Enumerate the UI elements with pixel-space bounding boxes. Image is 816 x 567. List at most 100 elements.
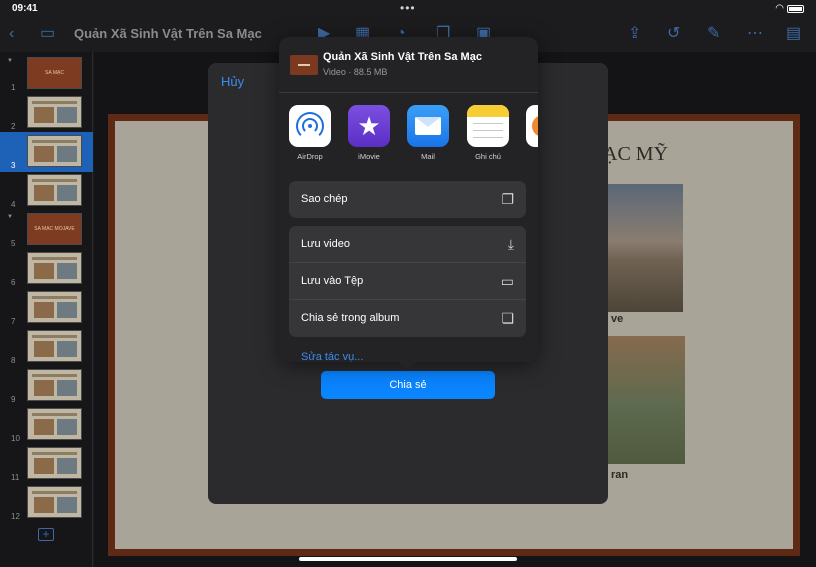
photo-caption-1: ve (611, 313, 624, 325)
slide-number: 12 (11, 512, 20, 521)
freeform-icon (526, 105, 538, 147)
photo-caption-2: ran (611, 469, 629, 481)
slide-navigator: ▼ 1 SA MẠC 2 3 4 ▼ 5 SA MẠC MOJAVE 6 7 8 9 10 11 12 + (0, 52, 93, 567)
notes-icon (467, 105, 509, 147)
share-button[interactable]: Chia sẻ (321, 371, 495, 399)
copy-icon: ❐ (501, 191, 514, 207)
slide-heading: ẠC MỸ (603, 143, 669, 165)
slide-thumbnail[interactable]: 10 (0, 405, 93, 445)
slide-thumbnail[interactable]: 3 (0, 132, 93, 172)
airdrop-icon (289, 105, 331, 147)
document-title[interactable]: Quản Xã Sinh Vật Trên Sa Mạc (74, 26, 262, 41)
video-thumbnail (290, 55, 318, 75)
slide-number: 5 (11, 239, 16, 248)
app-label: Mail (421, 152, 435, 161)
group-disclosure-icon[interactable]: ▼ (7, 214, 13, 220)
save-video-action[interactable]: Lưu video ⤓ (289, 226, 526, 263)
slide-thumbnail[interactable]: 2 (0, 93, 93, 133)
multitasking-dots[interactable]: ••• (400, 1, 416, 15)
back-icon[interactable]: ‹ (9, 24, 14, 44)
slide-preview (27, 96, 82, 128)
share-apps-row: AirDrop ★ iMovie Mail Ghi chú (279, 105, 538, 167)
share-item-subtitle: Video · 88.5 MB (323, 67, 388, 77)
keynote-screen: 09:41 ••• ◠ ‹ ▭ Quản Xã Sinh Vật Trên Sa… (0, 0, 816, 567)
format-brush-icon[interactable]: ✎ (707, 24, 720, 44)
edit-actions-link[interactable]: Sửa tác vụ... (301, 351, 363, 362)
slide-thumbnail[interactable]: 12 (0, 483, 93, 523)
battery-icon (787, 5, 804, 13)
mail-icon (407, 105, 449, 147)
app-freeform[interactable]: Fr (522, 105, 538, 161)
slide-thumbnail[interactable]: 4 (0, 171, 93, 211)
app-notes[interactable]: Ghi chú (463, 105, 513, 161)
slide-number: 8 (11, 356, 16, 365)
slide-preview (27, 252, 82, 284)
more-icon[interactable]: ⋯ (747, 24, 763, 44)
share-album-action[interactable]: Chia sẻ trong album ❏ (289, 300, 526, 337)
slide-number: 4 (11, 200, 16, 209)
save-to-files-action[interactable]: Lưu vào Tệp ▭ (289, 263, 526, 300)
slide-preview (27, 291, 82, 323)
slide-thumbnail[interactable]: 11 (0, 444, 93, 484)
slide-preview: SA MẠC MOJAVE (27, 213, 82, 245)
slide-thumbnail[interactable]: 8 (0, 327, 93, 367)
share-icon[interactable]: ⇪ (628, 24, 641, 44)
slide-preview-title: SA MẠC MOJAVE (34, 226, 75, 232)
slide-number: 6 (11, 278, 16, 287)
status-time: 09:41 (12, 3, 38, 14)
shared-album-icon: ❏ (501, 310, 514, 326)
chevron-down-icon[interactable]: ⌄ (240, 27, 248, 47)
slide-number: 10 (11, 434, 20, 443)
save-to-files-label: Lưu vào Tệp (301, 275, 364, 287)
slide-thumbnail[interactable]: 7 (0, 288, 93, 328)
app-mail[interactable]: Mail (403, 105, 453, 161)
share-album-label: Chia sẻ trong album (301, 312, 400, 324)
copy-label: Sao chép (301, 193, 348, 205)
cactus-photo[interactable] (607, 336, 685, 464)
sidebar-icon[interactable]: ▭ (40, 24, 55, 44)
share-item-title: Quản Xã Sinh Vật Trên Sa Mạc (323, 51, 482, 63)
save-video-label: Lưu video (301, 238, 350, 250)
slide-preview (27, 408, 82, 440)
popover-arrow (397, 361, 417, 371)
undo-icon[interactable]: ↺ (667, 24, 680, 44)
slide-preview-title: SA MẠC (45, 70, 64, 76)
slide-preview (27, 135, 82, 167)
slide-thumbnail[interactable]: ▼ 1 SA MẠC (0, 54, 93, 94)
add-slide-button[interactable]: + (38, 528, 54, 541)
slide-number: 9 (11, 395, 16, 404)
app-label: Ghi chú (475, 152, 501, 161)
slide-number: 1 (11, 83, 16, 92)
home-indicator[interactable] (299, 557, 517, 561)
app-label: AirDrop (297, 152, 323, 161)
joshua-tree-photo[interactable] (607, 184, 683, 312)
slide-preview (27, 486, 82, 518)
slide-number: 3 (11, 161, 16, 170)
slide-thumbnail[interactable]: 9 (0, 366, 93, 406)
slide-preview (27, 174, 82, 206)
slide-number: 2 (11, 122, 16, 131)
document-setup-icon[interactable]: ▤ (786, 24, 801, 44)
app-label: Fr (522, 152, 538, 161)
slide-preview (27, 447, 82, 479)
slide-number: 7 (11, 317, 16, 326)
slide-thumbnail[interactable]: ▼ 5 SA MẠC MOJAVE (0, 210, 93, 250)
slide-preview (27, 369, 82, 401)
cancel-button[interactable]: Hủy (221, 74, 244, 89)
app-airdrop[interactable]: AirDrop (285, 105, 335, 161)
download-icon: ⤓ (507, 236, 514, 252)
folder-icon: ▭ (500, 273, 514, 289)
slide-preview: SA MẠC (27, 57, 82, 89)
status-bar: 09:41 ••• ◠ (0, 0, 816, 18)
slide-thumbnail[interactable]: 6 (0, 249, 93, 289)
group-disclosure-icon[interactable]: ▼ (7, 58, 13, 64)
wifi-icon: ◠ (775, 3, 784, 14)
slide-number: 11 (11, 473, 20, 482)
app-label: iMovie (358, 152, 380, 161)
share-sheet-header: Quản Xã Sinh Vật Trên Sa Mạc Video · 88.… (279, 37, 538, 93)
slide-preview (27, 330, 82, 362)
imovie-icon: ★ (348, 105, 390, 147)
app-imovie[interactable]: ★ iMovie (344, 105, 394, 161)
copy-action[interactable]: Sao chép ❐ (289, 181, 526, 218)
save-group: Lưu video ⤓ Lưu vào Tệp ▭ Chia sẻ trong … (289, 226, 526, 337)
